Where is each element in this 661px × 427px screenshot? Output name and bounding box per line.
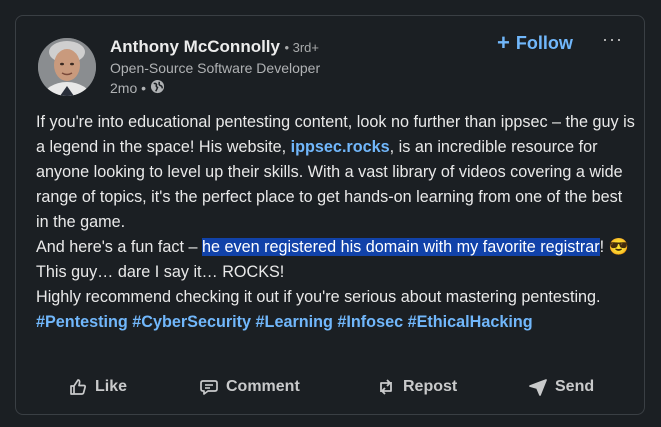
hashtag[interactable]: #EthicalHacking (408, 313, 533, 331)
post-body: If you're into educational pentesting co… (36, 110, 636, 335)
follow-label: Follow (515, 32, 573, 53)
send-icon (528, 377, 548, 397)
author-name[interactable]: Anthony McConnolly (110, 37, 280, 56)
hashtag[interactable]: #Infosec (337, 313, 403, 331)
body-text-5: Highly recommend checking it out if you'… (36, 288, 601, 306)
highlighted-text: he even registered his domain with my fa… (201, 238, 600, 256)
post-card: Anthony McConnolly • 3rd+ Open-Source So… (15, 15, 645, 415)
avatar[interactable] (38, 38, 96, 96)
body-text-3: And here's a fun fact – (36, 238, 202, 256)
comment-icon (199, 377, 219, 397)
repost-icon (376, 377, 396, 397)
send-button[interactable]: Send (528, 372, 594, 402)
plus-icon: + (497, 30, 510, 55)
like-label: Like (95, 378, 128, 395)
website-link[interactable]: ippsec.rocks (291, 138, 390, 156)
timestamp-text: 2mo • (110, 80, 147, 96)
like-button[interactable]: Like (68, 372, 127, 402)
send-label: Send (555, 378, 595, 395)
comment-button[interactable]: Comment (199, 372, 300, 402)
connection-degree: • 3rd+ (284, 40, 319, 55)
follow-button[interactable]: + Follow (497, 32, 573, 54)
social-actions-bar: Like Comment Repost Send (16, 372, 644, 402)
hashtag[interactable]: #Pentesting (36, 313, 128, 331)
author-header: Anthony McConnolly • 3rd+ (110, 37, 319, 57)
comment-label: Comment (226, 378, 300, 395)
post-timestamp: 2mo • (110, 79, 165, 97)
author-headline: Open-Source Software Developer (110, 60, 321, 76)
like-icon (68, 377, 88, 397)
repost-label: Repost (403, 378, 458, 395)
more-icon[interactable]: ··· (602, 29, 623, 50)
hashtag[interactable]: #CyberSecurity (132, 313, 251, 331)
repost-button[interactable]: Repost (376, 372, 457, 402)
hashtag[interactable]: #Learning (256, 313, 333, 331)
globe-icon (150, 79, 165, 97)
